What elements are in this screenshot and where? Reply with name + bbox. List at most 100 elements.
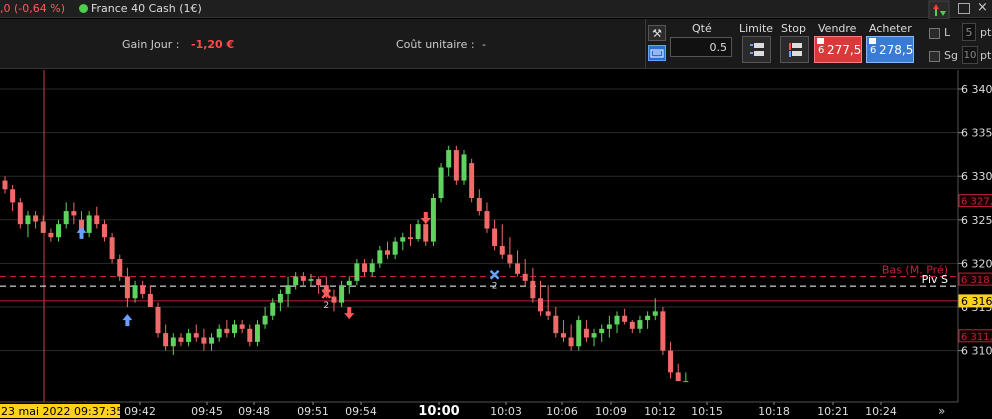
candle-body [591,333,597,338]
candle-body [637,320,643,329]
candle-body [124,276,130,299]
candlestick-chart[interactable]: Bas (M. Pré)Piv S 22 6 3406 3356 3306 32… [0,70,992,419]
candle-body [94,215,100,225]
candle-body [492,228,498,246]
candle-body [469,163,475,198]
candle-body [476,198,482,212]
y-tick-label: 6 310 [961,345,992,358]
limit-order-icon [750,43,764,56]
candle-body [86,215,92,233]
limit-checkbox[interactable] [929,28,940,39]
instrument-name[interactable]: France 40 Cash (1€) [91,2,202,15]
candle-body [606,324,612,329]
x-tick-label: 10:06 [546,405,578,418]
keyboard-icon[interactable] [648,45,666,61]
marker-count-label: 2 [492,282,498,292]
sell-price: 277,5 [827,43,862,57]
candle-body [71,211,77,216]
candle-body [109,237,115,260]
limit-order-button[interactable] [742,36,771,63]
buy-arrow-marker [76,226,87,239]
candle-body [515,263,521,274]
maximize-window-icon[interactable] [958,3,970,14]
candle-body [247,328,253,342]
crosshair-time-label: 23 mai 2022 09:37:35 [1,405,123,418]
x-tick-label: 10:03 [490,405,522,418]
candle-body [239,324,245,329]
candle-body [675,372,681,382]
x-tick-label: 10:24 [865,405,897,418]
candle-body [392,241,398,255]
market-status-dot-icon [79,4,88,13]
candle-body [545,311,551,316]
candle-body [270,302,276,316]
candle-body [668,350,674,373]
candle-body [262,315,268,325]
limit-points-unit: pts [980,26,992,39]
candle-body [362,263,368,273]
candle-body [453,150,459,181]
candle-body [155,307,161,334]
candle-body [583,328,589,338]
buy-button[interactable]: 6 278,5 [866,36,914,63]
sell-label: Vendre [818,22,857,35]
candle-body [430,198,436,242]
close-icon[interactable]: × [977,0,988,15]
buy-arrow-marker [122,314,133,327]
candle-body [117,259,123,277]
settings-wrench-icon[interactable]: ⚒ [648,25,666,41]
sort-arrows-icon[interactable] [928,0,950,20]
buy-price-prefix: 6 [870,45,877,56]
stop-order-label: Stop [781,22,807,35]
candle-body [101,224,107,238]
guaranteed-stop-points-unit: pt [980,49,992,62]
x-tick-label: 10:00 [418,404,459,419]
buy-label: Acheter [869,22,912,35]
gain-jour-label: Gain Jour : [122,38,180,51]
x-tick-label: 10:12 [644,405,676,418]
price-marker-label: 6 318 [961,275,990,286]
candle-body [178,337,184,342]
marker-count-label: 2 [323,301,329,311]
candle-body [400,237,406,242]
sell-price-prefix: 6 [818,45,825,56]
guaranteed-stop-checkbox[interactable] [929,51,940,62]
candle-body [170,337,176,347]
candle-body [446,150,452,168]
candle-body [339,285,345,303]
limit-points-input[interactable] [962,23,976,41]
candle-body [132,285,138,299]
limit-order-label: Limite [739,22,774,35]
candle-body [308,279,314,281]
candle-body [186,333,192,342]
flag-icon [869,38,876,44]
candle-body [346,280,352,286]
candle-body [484,211,490,229]
gain-jour-value: -1,20 € [191,38,235,51]
candle-body [163,333,169,347]
limit-checkbox-label: L [944,26,951,39]
candle-body [645,315,651,321]
candle-body [216,328,222,338]
scroll-right-chevron-icon[interactable]: » [938,404,945,418]
y-tick-label: 6 340 [961,83,992,96]
candle-body [385,250,390,255]
price-marker-label: 6 327, [961,197,992,208]
guaranteed-stop-points-input[interactable] [962,46,978,64]
sell-button[interactable]: 6 277,5 [814,36,862,63]
price-marker-label: 6 316 [961,295,992,308]
stop-order-button[interactable] [780,36,809,63]
candle-body [538,298,543,312]
candle-body [415,224,421,239]
quantity-label: Qté [692,22,712,35]
candle-body [660,311,666,351]
candle-body [331,296,337,303]
candle-body [25,215,31,225]
candle-body [56,224,62,238]
x-tick-label: 09:45 [191,405,223,418]
price-change-text: ,0 (-0,64 %) [0,2,65,15]
price-chart[interactable]: Bas (M. Pré) Piv S 22 6 340 6 335 6 330 6 32… [0,70,992,419]
y-tick-label: 6 320 [961,257,992,270]
candle-body [209,337,215,344]
quantity-input[interactable] [670,37,732,57]
